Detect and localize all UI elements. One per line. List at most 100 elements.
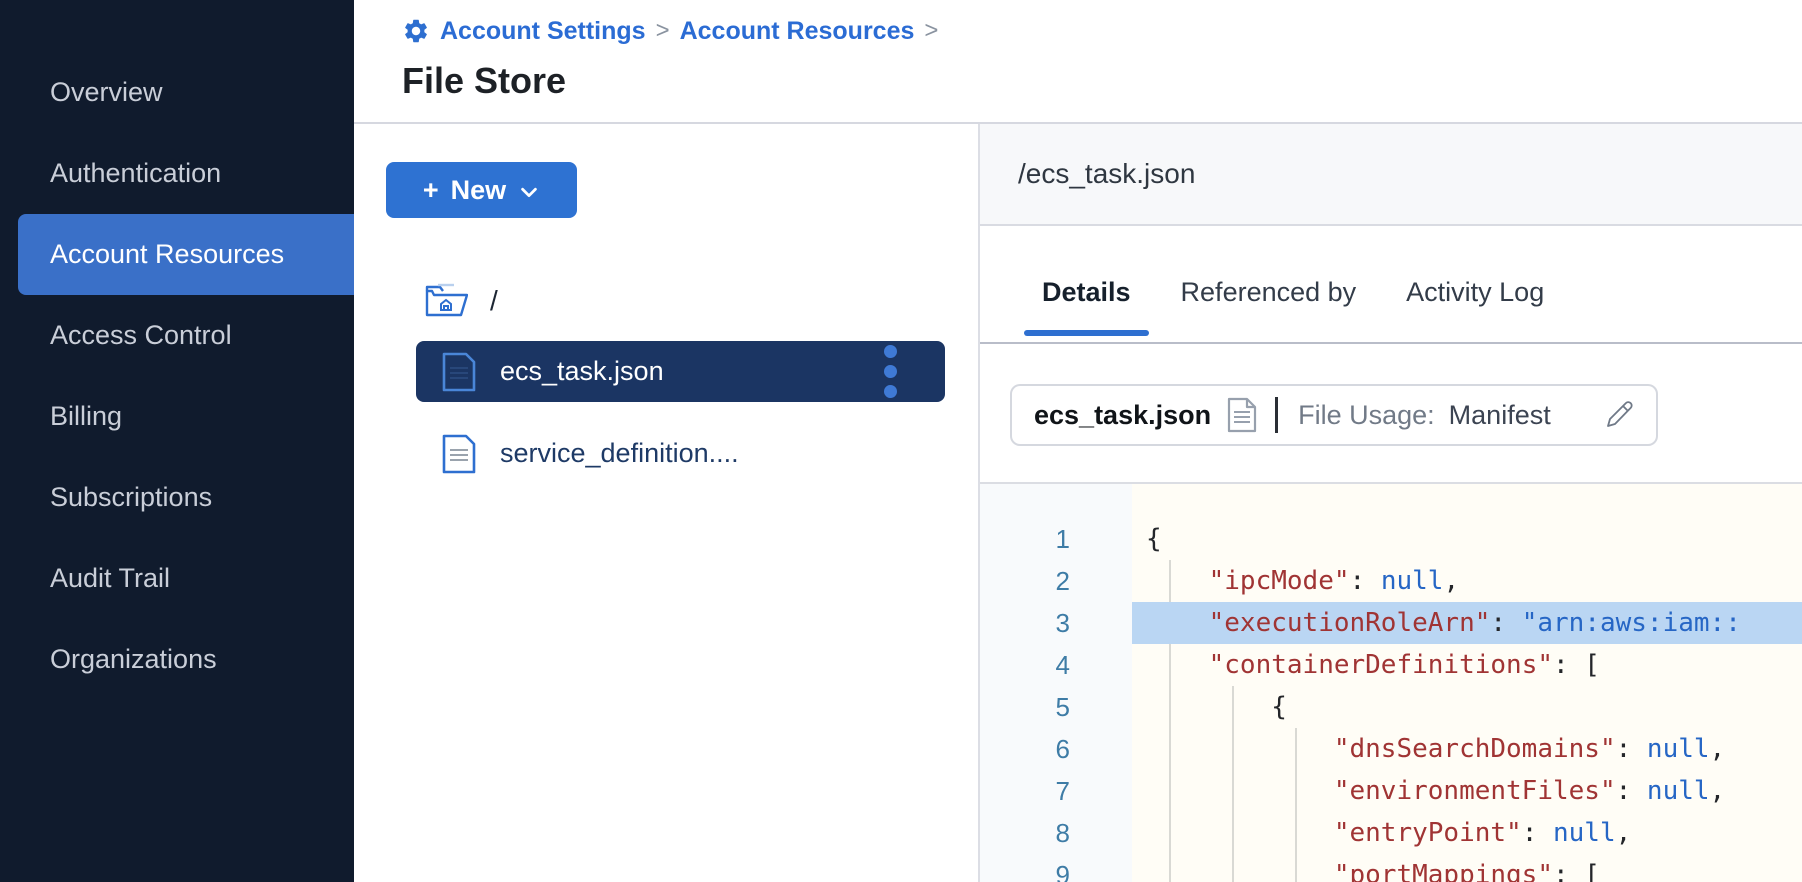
- sidebar-item-subscriptions[interactable]: Subscriptions: [0, 457, 354, 538]
- code-line: {: [1132, 686, 1802, 728]
- indent-guide: [1169, 812, 1171, 854]
- indent-guide: [1295, 770, 1297, 812]
- file-info-card: ecs_task.json File Usage: Manifest: [1010, 384, 1658, 446]
- file-name: service_definition....: [500, 438, 739, 469]
- code-token: : [: [1553, 650, 1600, 680]
- root-folder-row[interactable]: /: [424, 282, 498, 320]
- code-token: :: [1490, 608, 1521, 638]
- file-menu-kebab-icon[interactable]: [884, 345, 897, 398]
- document-icon: [1227, 397, 1257, 433]
- tab-activity-log[interactable]: Activity Log: [1388, 277, 1562, 342]
- indent-guide: [1169, 644, 1171, 686]
- breadcrumb-link-account-resources[interactable]: Account Resources: [680, 17, 915, 46]
- code-token: [1146, 650, 1209, 680]
- code-token: "ipcMode": [1209, 566, 1350, 596]
- indent-guide: [1232, 812, 1234, 854]
- file-card-zone: ecs_task.json File Usage: Manifest: [980, 344, 1802, 482]
- line-number: 7: [980, 770, 1132, 812]
- file-usage-value: Manifest: [1449, 400, 1551, 431]
- detail-tabs: DetailsReferenced byActivity Log: [980, 226, 1802, 344]
- sidebar-item-organizations[interactable]: Organizations: [0, 619, 354, 700]
- line-number: 2: [980, 560, 1132, 602]
- code-token: "entryPoint": [1334, 818, 1522, 848]
- new-button-label: New: [451, 175, 507, 206]
- code-token: "portMappings": [1334, 860, 1553, 882]
- code-token: null: [1381, 566, 1444, 596]
- sidebar-item-overview[interactable]: Overview: [0, 52, 354, 133]
- code-line-highlighted: "executionRoleArn": "arn:aws:iam::: [1132, 602, 1802, 644]
- file-icon: [442, 434, 476, 474]
- code-token: {: [1146, 692, 1287, 722]
- indent-guide: [1169, 728, 1171, 770]
- sidebar-item-authentication[interactable]: Authentication: [0, 133, 354, 214]
- file-browser-pane: + New / ecs_task.jsonservice_defin: [354, 124, 978, 882]
- divider: [1275, 397, 1278, 433]
- code-token: "arn:aws:iam::: [1522, 608, 1741, 638]
- line-number: 3: [980, 602, 1132, 644]
- breadcrumb: Account Settings > Account Resources >: [402, 14, 1802, 48]
- code-token: [1146, 776, 1334, 806]
- breadcrumb-link-account-settings[interactable]: Account Settings: [440, 17, 646, 46]
- line-number: 9: [980, 854, 1132, 882]
- file-usage-label: File Usage:: [1298, 400, 1435, 431]
- tab-referenced-by[interactable]: Referenced by: [1163, 277, 1375, 342]
- indent-guide: [1232, 854, 1234, 882]
- file-row-service_definition-[interactable]: service_definition....: [416, 423, 945, 484]
- line-number: 6: [980, 728, 1132, 770]
- main-area: Account Settings > Account Resources > F…: [354, 0, 1802, 882]
- code-token: ,: [1616, 818, 1632, 848]
- line-number: 8: [980, 812, 1132, 854]
- file-path: /ecs_task.json: [1018, 158, 1195, 190]
- sidebar-item-billing[interactable]: Billing: [0, 376, 354, 457]
- code-token: [1146, 608, 1209, 638]
- code-token: :: [1522, 818, 1553, 848]
- code-token: "containerDefinitions": [1209, 650, 1553, 680]
- line-number: 5: [980, 686, 1132, 728]
- code-token: [1146, 566, 1209, 596]
- code-gutter: 123456789: [980, 484, 1132, 882]
- sidebar-nav: OverviewAuthenticationAccount ResourcesA…: [0, 0, 354, 882]
- indent-guide: [1295, 728, 1297, 770]
- root-folder-label: /: [490, 285, 498, 317]
- sidebar-item-access-control[interactable]: Access Control: [0, 295, 354, 376]
- sidebar-item-account-resources[interactable]: Account Resources: [18, 214, 354, 295]
- line-number: 4: [980, 644, 1132, 686]
- line-number: 1: [980, 518, 1132, 560]
- indent-guide: [1232, 728, 1234, 770]
- new-button[interactable]: + New: [386, 162, 577, 218]
- code-token: [1146, 860, 1334, 882]
- sidebar-item-audit-trail[interactable]: Audit Trail: [0, 538, 354, 619]
- page-header: Account Settings > Account Resources > F…: [354, 0, 1802, 124]
- code-token: :: [1350, 566, 1381, 596]
- code-line: "environmentFiles": null,: [1132, 770, 1802, 812]
- code-token: "environmentFiles": [1334, 776, 1616, 806]
- code-token: null: [1647, 776, 1710, 806]
- code-line: {: [1132, 518, 1802, 560]
- code-token: :: [1616, 734, 1647, 764]
- indent-guide: [1169, 560, 1171, 602]
- file-row-ecs_task-json[interactable]: ecs_task.json: [416, 341, 945, 402]
- breadcrumb-separator: >: [656, 17, 670, 45]
- code-viewer[interactable]: 123456789 { "ipcMode": null, "executionR…: [980, 482, 1802, 882]
- code-token: null: [1647, 734, 1710, 764]
- code-content: { "ipcMode": null, "executionRoleArn": "…: [1132, 484, 1802, 882]
- content-panes: + New / ecs_task.jsonservice_defin: [354, 124, 1802, 882]
- edit-pencil-icon[interactable]: [1602, 398, 1636, 432]
- home-folder-icon: [424, 282, 468, 320]
- code-token: {: [1146, 524, 1162, 554]
- code-token: :: [1616, 776, 1647, 806]
- plus-icon: +: [423, 175, 439, 206]
- indent-guide: [1232, 770, 1234, 812]
- breadcrumb-separator: >: [924, 17, 938, 45]
- code-token: "dnsSearchDomains": [1334, 734, 1616, 764]
- code-line: "entryPoint": null,: [1132, 812, 1802, 854]
- code-token: [1146, 818, 1334, 848]
- gear-icon: [402, 17, 430, 45]
- code-token: "executionRoleArn": [1209, 608, 1491, 638]
- code-line: "dnsSearchDomains": null,: [1132, 728, 1802, 770]
- file-name: ecs_task.json: [500, 356, 664, 387]
- chevron-down-icon: [518, 181, 540, 203]
- app-root: OverviewAuthenticationAccount ResourcesA…: [0, 0, 1802, 882]
- tab-details[interactable]: Details: [1024, 277, 1149, 342]
- code-token: ,: [1443, 566, 1459, 596]
